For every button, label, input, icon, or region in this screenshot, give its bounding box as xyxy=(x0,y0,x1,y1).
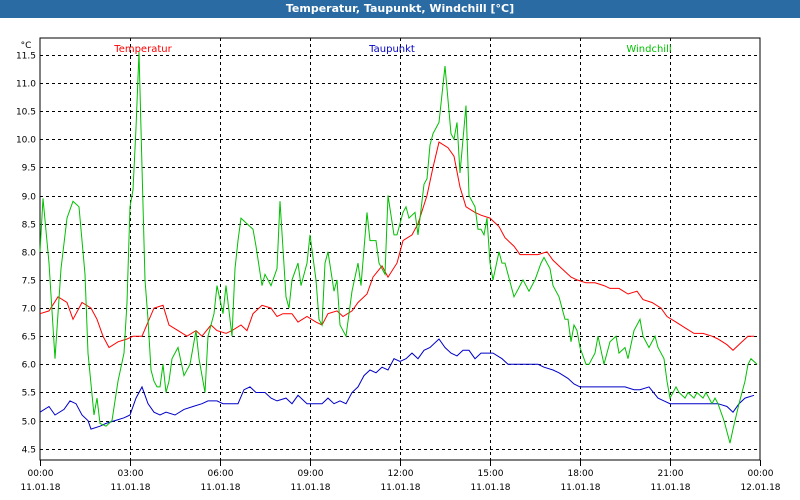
y-tick-label: 8.5 xyxy=(22,221,36,231)
y-tick-label: 7.0 xyxy=(22,305,37,315)
x-tick-time: 12:00 xyxy=(388,469,414,479)
y-tick-label: 6.5 xyxy=(22,333,36,343)
x-tick-date: 11.01.18 xyxy=(200,483,240,493)
x-tick-time: 15:00 xyxy=(478,469,504,479)
y-tick-label: 8.0 xyxy=(22,249,37,259)
x-tick-time: 03:00 xyxy=(118,469,144,479)
x-tick-time: 00:00 xyxy=(28,469,54,479)
x-tick-date: 11.01.18 xyxy=(650,483,690,493)
line-chart: 4.5 5.0 5.5 6.0 6.5 7.0 7.5 8.0 8.5 9.0 9.5 10.0 10.… xyxy=(16,37,781,493)
y-tick-label: 9.0 xyxy=(22,193,37,203)
x-tick-time: 18:00 xyxy=(568,469,594,479)
x-tick-date: 12.01.18 xyxy=(740,483,780,493)
y-tick-label: 5.5 xyxy=(22,389,36,399)
legend-windchill: Windchill xyxy=(626,44,671,55)
x-tick-time: 21:00 xyxy=(658,469,684,479)
y-tick-label: 11.5 xyxy=(16,52,36,62)
y-unit-label: °C xyxy=(21,41,32,51)
x-tick-date: 11.01.18 xyxy=(290,483,330,493)
x-tick-time: 00:00 xyxy=(748,469,774,479)
x-tick-date: 11.01.18 xyxy=(560,483,600,493)
x-tick-time: 06:00 xyxy=(208,469,234,479)
y-tick-label: 10.5 xyxy=(16,108,36,118)
x-tick-date: 11.01.18 xyxy=(380,483,420,493)
legend-temperatur: Temperatur xyxy=(113,44,172,55)
chart-title: Temperatur, Taupunkt, Windchill [°C] xyxy=(0,0,800,18)
x-tick-date: 11.01.18 xyxy=(20,483,60,493)
x-tick-time: 09:00 xyxy=(298,469,324,479)
x-tick-date: 11.01.18 xyxy=(110,483,150,493)
legend-taupunkt: Taupunkt xyxy=(368,44,415,55)
x-tick-date: 11.01.18 xyxy=(470,483,510,493)
y-tick-label: 7.5 xyxy=(22,277,36,287)
y-tick-label: 9.5 xyxy=(22,164,36,174)
y-tick-label: 11.0 xyxy=(16,80,36,90)
y-tick-label: 4.5 xyxy=(22,446,36,456)
y-tick-label: 10.0 xyxy=(16,136,36,146)
y-tick-label: 6.0 xyxy=(22,361,37,371)
y-tick-label: 5.0 xyxy=(22,418,37,428)
